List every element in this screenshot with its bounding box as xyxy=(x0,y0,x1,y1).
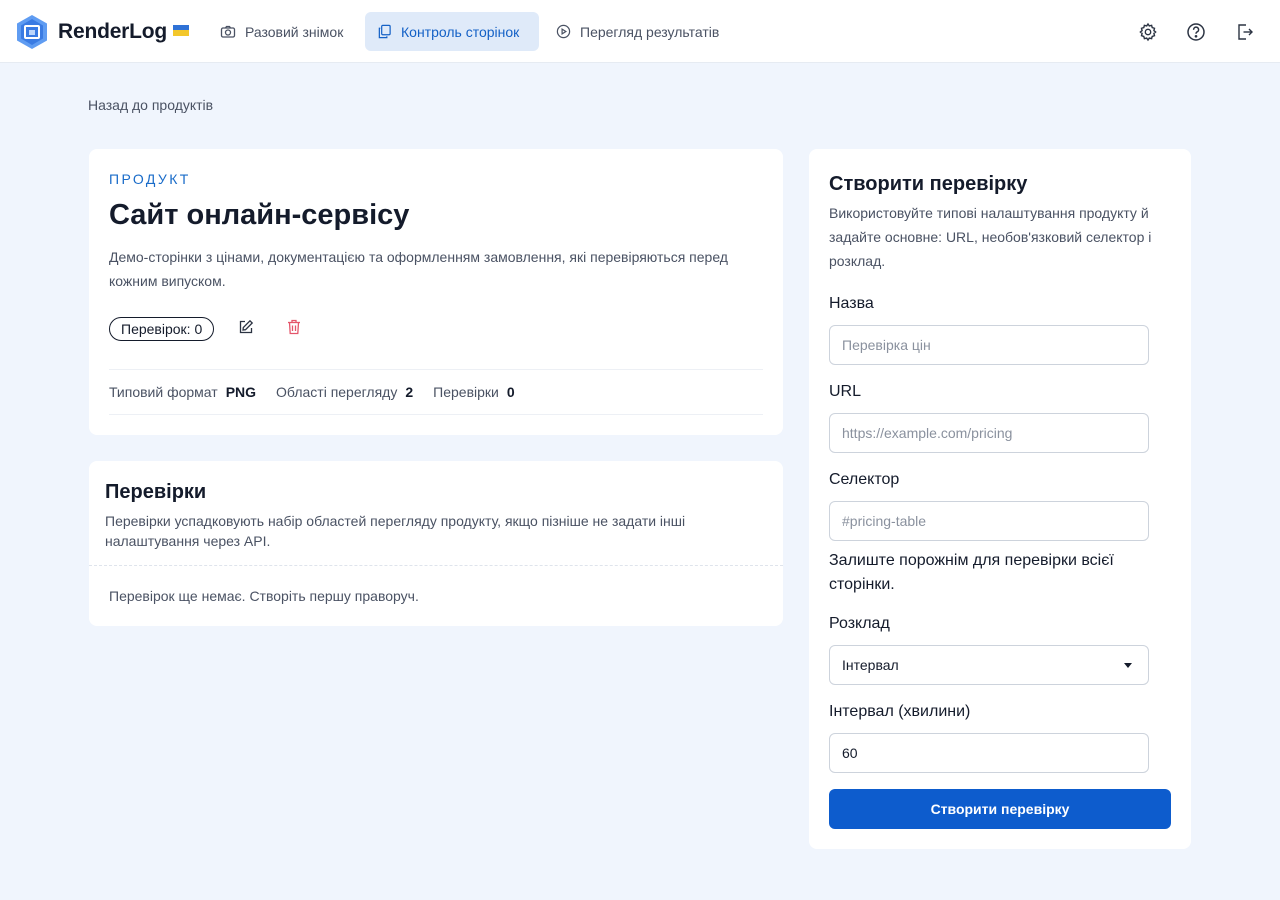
checks-description: Перевірки успадковують набір областей пе… xyxy=(105,513,686,549)
selector-hint: Залиште порожнім для перевірки всієї сто… xyxy=(829,552,1114,593)
product-description: Демо-сторінки з цінами, документацією та… xyxy=(109,249,728,289)
stat-label: Перевірки xyxy=(433,384,499,400)
form-title: Створити перевірку xyxy=(829,173,1028,195)
stat-value: PNG xyxy=(225,384,257,400)
camera-icon xyxy=(220,25,236,38)
logo-icon xyxy=(17,15,47,49)
help-button[interactable] xyxy=(1185,21,1207,43)
stat-checks: Перевірки 0 xyxy=(433,384,515,400)
edit-product-button[interactable] xyxy=(238,319,256,337)
nav-results-review[interactable]: Перегляд результатів xyxy=(544,12,731,51)
checks-card: Перевірки Перевірки успадковують набір о… xyxy=(89,461,783,626)
delete-product-button[interactable] xyxy=(287,319,303,337)
stat-default-format: Типовий формат PNG xyxy=(109,384,256,400)
divider xyxy=(109,369,763,370)
copy-icon xyxy=(378,24,391,39)
create-check-form: Створити перевірку Використовуйте типові… xyxy=(809,149,1191,849)
nav-one-time-snapshot[interactable]: Разовий знімок xyxy=(208,12,355,51)
schedule-label: Розклад xyxy=(829,615,890,632)
stat-label: Області перегляду xyxy=(276,384,398,400)
edit-icon xyxy=(239,319,254,334)
product-eyebrow: ПРОДУКТ xyxy=(109,171,191,187)
ukraine-flag-icon xyxy=(173,24,190,36)
nav-label: Разовий знімок xyxy=(245,23,344,40)
selector-input[interactable] xyxy=(829,501,1149,541)
app-name: RenderLog xyxy=(58,20,168,43)
stat-value: 2 xyxy=(405,384,414,400)
nav-label: Перегляд результатів xyxy=(580,23,720,40)
form-description: Використовуйте типові налаштування проду… xyxy=(829,205,1152,269)
stat-value: 0 xyxy=(506,384,515,400)
create-check-button[interactable]: Створити перевірку xyxy=(829,789,1171,829)
app-logo[interactable]: RenderLog xyxy=(16,14,190,50)
interval-input[interactable] xyxy=(829,733,1149,773)
caret-down-icon xyxy=(1124,663,1132,668)
nav-page-monitoring[interactable]: Контроль сторінок xyxy=(365,12,539,51)
url-label: URL xyxy=(829,383,862,400)
badge-label: Перевірок xyxy=(121,321,194,337)
product-title: Сайт онлайн-сервісу xyxy=(109,199,410,231)
badge-count: 0 xyxy=(194,321,203,337)
top-bar: RenderLog Разовий знімок Контроль сторін… xyxy=(0,0,1280,63)
checks-empty-state: Перевірок ще немає. Створіть першу право… xyxy=(109,588,419,604)
schedule-select[interactable]: Інтервал xyxy=(829,645,1149,685)
logout-button[interactable] xyxy=(1234,21,1256,43)
checks-title: Перевірки xyxy=(105,481,207,503)
divider xyxy=(89,565,783,566)
product-card: ПРОДУКТ Сайт онлайн-сервісу Демо-сторінк… xyxy=(89,149,783,435)
schedule-selected-value: Інтервал xyxy=(842,657,899,673)
name-input[interactable] xyxy=(829,325,1149,365)
gear-icon xyxy=(1139,22,1157,42)
stat-viewports: Області перегляду 2 xyxy=(276,384,413,400)
name-label: Назва xyxy=(829,295,874,312)
back-to-products-link[interactable]: Назад до продуктів xyxy=(88,97,213,113)
divider xyxy=(109,414,763,415)
play-circle-icon xyxy=(556,24,571,39)
settings-button[interactable] xyxy=(1137,21,1159,43)
nav-label: Контроль сторінок xyxy=(401,23,520,40)
url-input[interactable] xyxy=(829,413,1149,453)
checks-count-badge: Перевірок0 xyxy=(109,317,215,341)
product-stats: Типовий формат PNG Області перегляду 2 Пер… xyxy=(109,384,535,400)
stat-label: Типовий формат xyxy=(109,384,218,400)
logout-icon xyxy=(1238,24,1253,40)
help-icon xyxy=(1187,23,1205,41)
selector-label: Селектор xyxy=(829,471,900,488)
interval-label: Інтервал (хвилини) xyxy=(829,703,971,720)
trash-icon xyxy=(288,319,300,335)
